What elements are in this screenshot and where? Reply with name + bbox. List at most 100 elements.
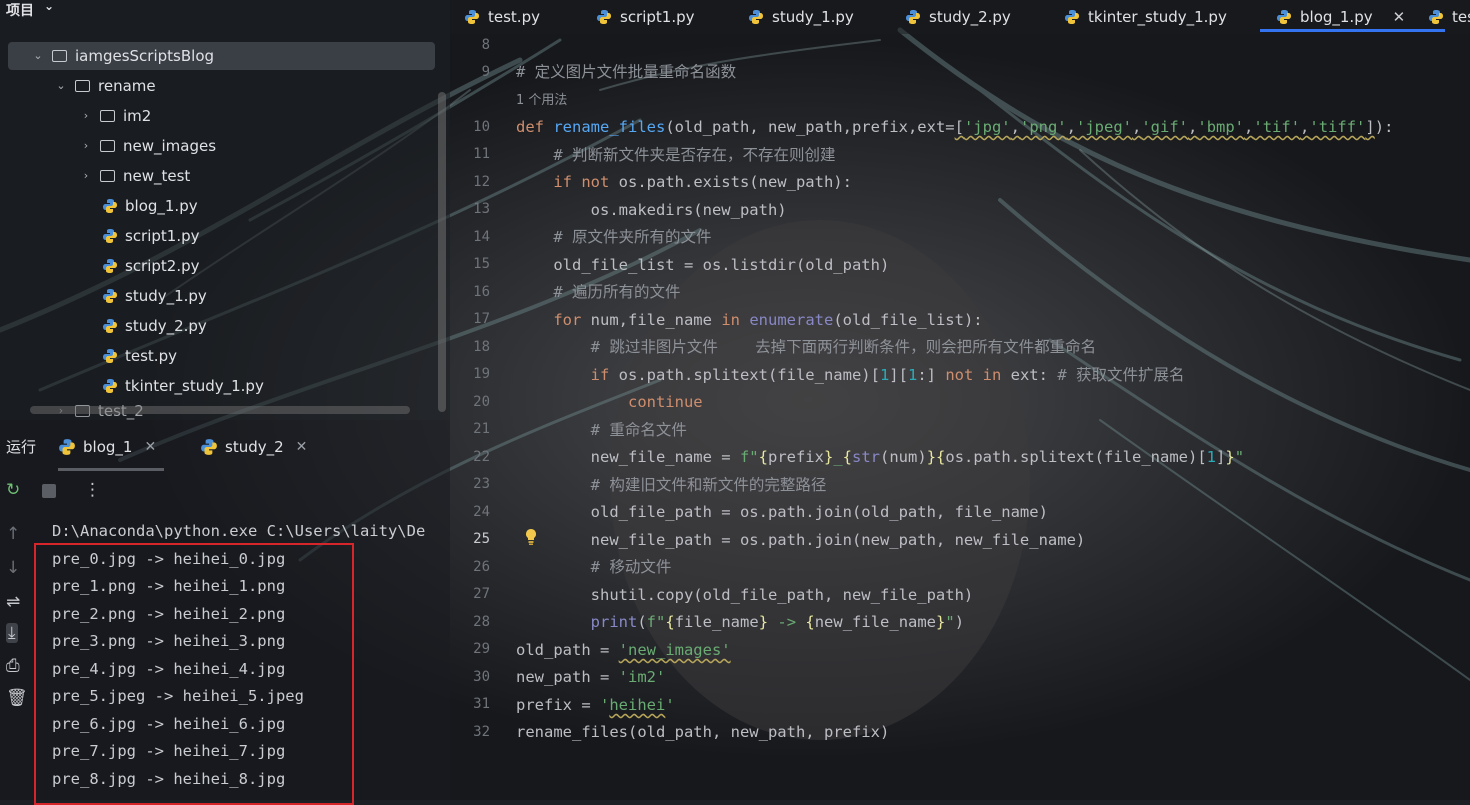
line-number: 9 (481, 64, 490, 80)
line-number: 14 (473, 229, 490, 245)
python-file-icon (1065, 10, 1079, 24)
code-line: for num,file_name in enumerate(old_file_… (553, 311, 983, 329)
tree-item-file[interactable]: script1.py (102, 222, 200, 250)
tree-item-label: script2.py (125, 257, 200, 275)
tree-item-label: new_images (123, 137, 217, 155)
code-editor[interactable]: 8 9 10 11 12 13 14 15 16 17 18 19 20 21 … (450, 34, 1470, 800)
arrow-down-icon[interactable]: ↓ (6, 558, 20, 578)
line-number: 13 (473, 201, 490, 217)
run-tab-study-2[interactable]: study_2 ✕ (200, 426, 307, 468)
editor-tab-bar: test.py script1.py study_1.py study_2.py… (450, 0, 1470, 34)
tree-item-label: im2 (123, 107, 152, 125)
code-line: continue (627, 393, 703, 411)
python-file-icon (465, 10, 479, 24)
line-number: 22 (473, 449, 490, 465)
tab-test-py[interactable]: test.py (464, 0, 540, 34)
close-icon[interactable]: ✕ (144, 439, 156, 455)
tab-label: tkinter_study_1.py (1088, 8, 1227, 26)
code-line: old_file_list = os.listdir(old_path) (516, 256, 890, 274)
run-toolbar: ↻ ⋮ (0, 472, 450, 512)
print-icon[interactable]: ⎙ (6, 656, 20, 676)
close-icon[interactable]: ✕ (1393, 8, 1406, 26)
folder-icon (75, 80, 90, 92)
folder-icon (100, 170, 115, 182)
line-number: 29 (473, 641, 490, 657)
tree-item-folder[interactable]: ⌄ rename (8, 72, 156, 100)
tab-study-2-py[interactable]: study_2.py (905, 0, 1011, 34)
python-file-icon (103, 229, 117, 243)
python-run-icon (59, 439, 75, 455)
tree-item-folder[interactable]: ⌄ iamgesScriptsBlog (8, 42, 435, 70)
line-number: 21 (473, 421, 490, 437)
tree-item-folder[interactable]: › im2 (8, 102, 152, 130)
line-number: 26 (473, 559, 490, 575)
folder-icon (52, 50, 67, 62)
tree-item-file[interactable]: study_2.py (102, 312, 207, 340)
tree-item-file[interactable]: study_1.py (102, 282, 207, 310)
tree-item-label: study_1.py (125, 287, 207, 305)
code-line: old_path = 'new_images' (516, 641, 731, 659)
line-number: 16 (473, 284, 490, 300)
tree-item-label: script1.py (125, 227, 200, 245)
more-options-icon[interactable]: ⋮ (84, 480, 101, 500)
code-line: shutil.copy(old_file_path, new_file_path… (516, 586, 974, 604)
chevron-down-icon[interactable]: ⌄ (53, 72, 69, 100)
line-number: 10 (473, 119, 490, 135)
stop-icon[interactable] (42, 484, 56, 498)
python-run-icon (201, 439, 217, 455)
python-file-icon (103, 319, 117, 333)
tree-item-label: iamgesScriptsBlog (75, 47, 215, 65)
arrow-up-icon[interactable]: ↑ (6, 524, 20, 544)
run-panel: 运行 blog_1 ✕ study_2 ✕ ↻ ⋮ ↑ ↓ ⇌ ⤓ ⎙ 🗑 D:… (0, 420, 450, 805)
tree-item-file[interactable]: tkinter_study_1.py (102, 372, 264, 400)
tab-label: script1.py (620, 8, 695, 26)
tab-script1-py[interactable]: script1.py (596, 0, 695, 34)
code-line-current: new_file_path = os.path.join(new_path, n… (516, 531, 1086, 549)
chevron-down-icon[interactable]: ⌄ (44, 0, 54, 13)
trash-icon[interactable]: 🗑 (6, 688, 28, 708)
rerun-icon[interactable]: ↻ (6, 480, 20, 500)
python-file-icon (1277, 10, 1291, 24)
tree-item-label: rename (98, 77, 156, 95)
tree-item-file[interactable]: script2.py (102, 252, 200, 280)
chevron-right-icon[interactable]: › (78, 102, 94, 130)
tree-item-file[interactable]: blog_1.py (102, 192, 198, 220)
line-number: 17 (473, 311, 490, 327)
tab-study-1-py[interactable]: study_1.py (748, 0, 854, 34)
line-number: 18 (473, 339, 490, 355)
python-file-icon (597, 10, 611, 24)
chevron-down-icon[interactable]: ⌄ (30, 42, 46, 70)
line-number: 23 (473, 476, 490, 492)
chevron-right-icon[interactable]: › (78, 162, 94, 190)
scroll-to-end-icon[interactable]: ⤓ (6, 623, 18, 643)
tree-item-file[interactable]: test.py (102, 342, 177, 370)
code-line: def rename_files(old_path, new_path,pref… (516, 118, 1394, 136)
run-panel-title: 运行 (6, 438, 37, 456)
line-number: 20 (473, 394, 490, 410)
tree-item-folder[interactable]: › new_images (8, 132, 216, 160)
line-number: 8 (481, 37, 490, 53)
run-tab-blog-1[interactable]: blog_1 ✕ (58, 426, 165, 471)
code-line: # 遍历所有的文件 (553, 283, 681, 301)
tab-tkinter-study-1-py[interactable]: tkinter_study_1.py (1064, 0, 1227, 34)
close-icon[interactable]: ✕ (296, 439, 308, 455)
soft-wrap-icon[interactable]: ⇌ (6, 592, 20, 612)
code-line: os.makedirs(new_path) (516, 201, 787, 219)
usage-hint[interactable]: 1 个用法 (516, 87, 567, 114)
tree-item-folder[interactable]: › new_test (8, 162, 191, 190)
tab-tes[interactable]: tes (1428, 0, 1470, 34)
project-panel: 项目 ⌄ ⌄ iamgesScriptsBlog ⌄ rename › im2 … (0, 0, 450, 420)
chevron-right-icon[interactable]: › (78, 132, 94, 160)
code-line: if not os.path.exists(new_path): (553, 173, 852, 191)
tab-blog-1-py[interactable]: blog_1.py ✕ (1259, 0, 1446, 34)
code-line: rename_files(old_path, new_path, prefix) (516, 723, 890, 741)
code-comment: # 定义图片文件批量重命名函数 (516, 63, 737, 81)
horizontal-scrollbar[interactable] (30, 406, 410, 414)
tab-label: test.py (488, 8, 540, 26)
project-panel-header[interactable]: 项目 ⌄ (0, 0, 450, 22)
code-line: # 定义图片文件批量重命名函数 (516, 59, 736, 86)
folder-icon (100, 140, 115, 152)
code-line: print(f"{file_name} -> {new_file_name}") (590, 613, 965, 631)
vertical-scrollbar[interactable] (438, 92, 446, 412)
line-number: 32 (473, 724, 490, 740)
